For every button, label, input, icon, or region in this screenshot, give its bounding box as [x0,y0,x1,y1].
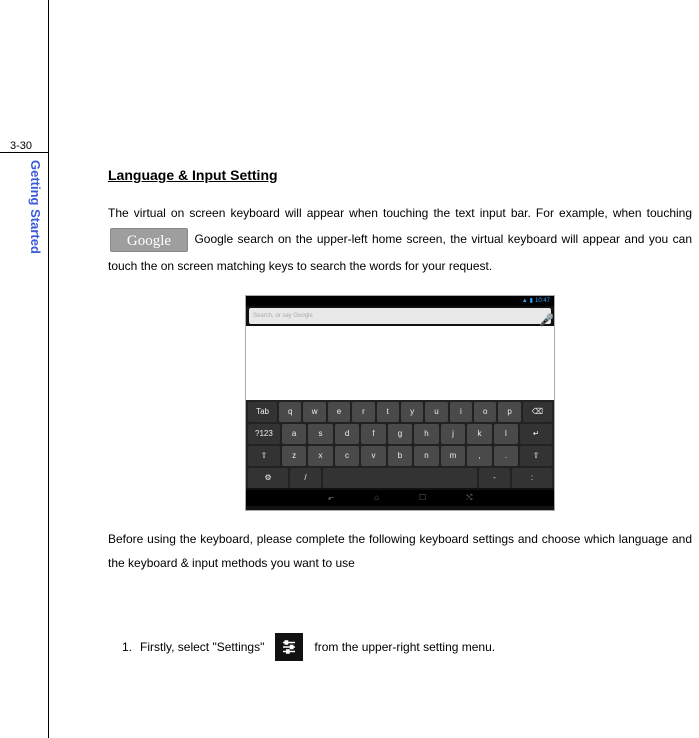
key-tab: Tab [248,402,277,422]
list-item-1: 1. Firstly, select "Settings" from the u… [108,633,692,661]
key-slash: / [290,468,321,488]
section-heading: Language & Input Setting [108,165,692,186]
keyboard-keys: Tab q w e r t y u i o p ⌫ ?123 a s d f g… [246,400,554,488]
divider-vertical [48,0,49,738]
key-u: u [425,402,447,422]
key-period: . [494,446,518,466]
side-tab-label: Getting Started [28,160,43,254]
key-w: w [303,402,325,422]
keyboard-row-4: ⚙ / - : [248,468,552,488]
keyboard-row-3: ⇧ z x c v b n m , . ⇧ [248,446,552,466]
key-settings: ⚙ [248,468,288,488]
key-c: c [335,446,359,466]
paragraph-1: The virtual on screen keyboard will appe… [108,200,692,279]
battery-icon: ▮ [530,297,533,306]
mic-icon: 🎤 [539,311,547,321]
key-f: f [361,424,385,444]
key-x: x [308,446,332,466]
nav-bar: ⬐ ⌂ ☐ ⤭ [246,490,554,506]
status-bar: ▲ ▮ 10:47 [246,296,554,306]
key-y: y [401,402,423,422]
page-number: 3-30 [10,140,32,152]
key-s: s [308,424,332,444]
key-backspace: ⌫ [523,402,552,422]
key-i: i [450,402,472,422]
key-g: g [388,424,412,444]
key-v: v [361,446,385,466]
keyboard-row-2: ?123 a s d f g h j k l ↵ [248,424,552,444]
nav-home-icon: ⌂ [374,492,379,504]
keyboard-row-1: Tab q w e r t y u i o p ⌫ [248,402,552,422]
key-n: n [414,446,438,466]
key-e: e [328,402,350,422]
key-h: h [414,424,438,444]
paragraph-1a: The virtual on screen keyboard will appe… [108,206,692,220]
key-t: t [377,402,399,422]
key-d: d [335,424,359,444]
key-symbols: ?123 [248,424,280,444]
key-p: p [498,402,520,422]
key-comma: , [467,446,491,466]
key-shift-right: ⇧ [520,446,552,466]
key-colon: : [512,468,552,488]
list-text-b: from the upper-right setting menu. [314,638,495,656]
nav-extra-icon: ⤭ [466,492,472,504]
google-logo: Google [110,228,188,252]
key-shift-left: ⇧ [248,446,280,466]
key-m: m [441,446,465,466]
key-a: a [282,424,306,444]
key-o: o [474,402,496,422]
key-r: r [352,402,374,422]
settings-icon [275,633,303,661]
nav-recent-icon: ☐ [419,492,426,504]
nav-back-icon: ⬐ [327,492,334,504]
key-j: j [441,424,465,444]
key-b: b [388,446,412,466]
key-enter: ↵ [520,424,552,444]
key-l: l [494,424,518,444]
divider-horizontal [0,152,48,153]
list-text-a: Firstly, select "Settings" [140,638,264,656]
paragraph-1b: Google search on the upper-left home scr… [108,232,692,272]
keyboard-screenshot: ▲ ▮ 10:47 Search, or say Google 🎤 Tab q … [245,295,555,511]
key-k: k [467,424,491,444]
main-content: Language & Input Setting The virtual on … [108,165,692,661]
paragraph-2: Before using the keyboard, please comple… [108,527,692,575]
list-number: 1. [122,638,132,656]
results-area [246,326,554,400]
key-space [323,468,477,488]
key-dash: - [479,468,510,488]
wifi-icon: ▲ [522,297,528,306]
search-bar: Search, or say Google 🎤 [249,308,551,324]
status-time: 10:47 [535,297,550,306]
search-placeholder: Search, or say Google [253,312,539,321]
key-q: q [279,402,301,422]
key-z: z [282,446,306,466]
